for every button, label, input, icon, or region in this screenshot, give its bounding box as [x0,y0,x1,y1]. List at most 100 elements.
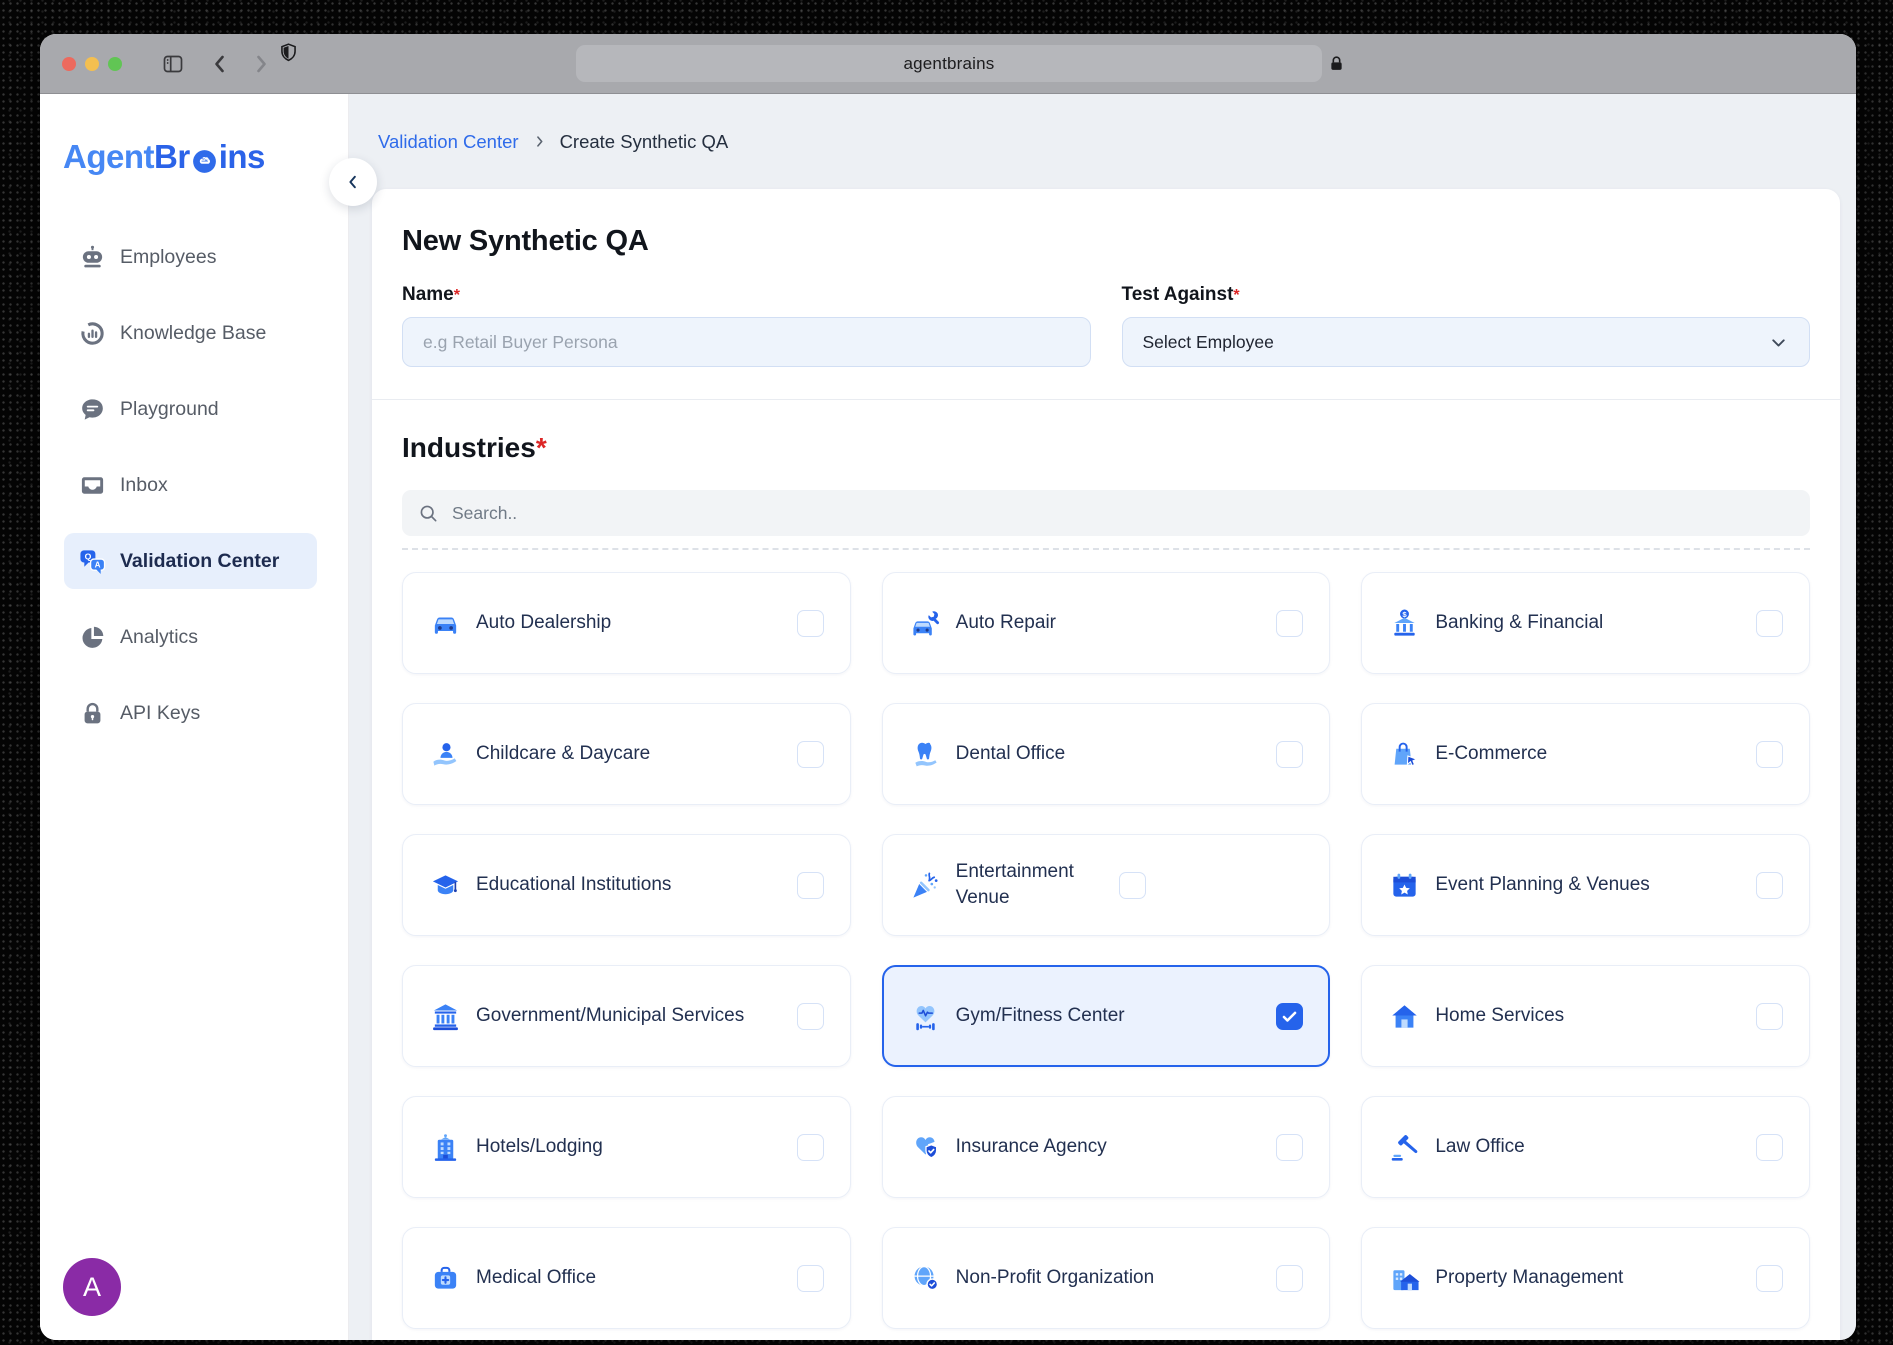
fitness-heart-icon [910,1001,941,1032]
traffic-lights [62,34,122,93]
zoom-window-button[interactable] [108,57,122,71]
sidebar-item-label: Knowledge Base [120,322,266,345]
industry-checkbox[interactable] [1756,741,1783,768]
forward-icon[interactable] [249,34,273,93]
industry-card-educational-institutions[interactable]: Educational Institutions [402,834,851,936]
industry-checkbox[interactable] [1756,610,1783,637]
industry-checkbox[interactable] [1276,610,1303,637]
avatar[interactable]: A [63,1258,121,1316]
industry-card-auto-dealership[interactable]: Auto Dealership [402,572,851,674]
industry-checkbox[interactable] [797,610,824,637]
name-label: Name [402,284,454,305]
industry-checkbox[interactable] [1756,1134,1783,1161]
browser-window: agentbrains AgentBrins EmployeesKnowledg… [40,34,1856,1340]
sidebar-item-label: Validation Center [120,550,279,573]
test-against-select[interactable]: Select Employee [1122,317,1811,367]
nonprofit-globe-icon [910,1263,941,1294]
industry-card-childcare-daycare[interactable]: Childcare & Daycare [402,703,851,805]
industry-checkbox[interactable] [797,1265,824,1292]
bank-icon: $ [1389,608,1420,639]
svg-text:$: $ [1403,610,1408,619]
chevron-down-icon [1768,332,1789,353]
sidebar-collapse-button[interactable] [329,158,377,206]
industry-checkbox[interactable] [797,1003,824,1030]
sidebar-item-playground[interactable]: Playground [64,381,317,437]
industries-heading: Industries* [402,432,1810,464]
logo-text-ins: ins [219,138,265,176]
breadcrumb-current: Create Synthetic QA [560,131,729,153]
name-required-mark: * [454,287,460,304]
childcare-icon [430,739,461,770]
industries-search[interactable] [402,490,1810,536]
shield-icon[interactable] [278,42,299,63]
main-area: Validation Center Create Synthetic QA Ne… [349,94,1856,1340]
breadcrumb: Validation Center Create Synthetic QA [349,94,1856,189]
section-divider [372,399,1840,400]
chevron-left-icon [344,173,362,191]
industry-card-insurance-agency[interactable]: Insurance Agency [882,1096,1331,1198]
inbox-tray-icon [79,472,106,499]
browser-titlebar: agentbrains [40,34,1856,94]
content-card: New Synthetic QA Name* Test Against* Sel… [372,189,1840,1340]
industry-card-property-management[interactable]: Property Management [1361,1227,1810,1329]
industry-checkbox[interactable] [1276,1134,1303,1161]
sidebar-item-api-keys[interactable]: API Keys [64,685,317,741]
sidebar-nav: EmployeesKnowledge BasePlaygroundInboxQA… [40,229,348,741]
industry-checkbox-checked[interactable] [1276,1003,1303,1030]
logo-text-agent: Agent [63,138,154,176]
industry-checkbox[interactable] [797,1134,824,1161]
industry-card-banking-financial[interactable]: $Banking & Financial [1361,572,1810,674]
calendar-star-icon [1389,870,1420,901]
industry-card-auto-repair[interactable]: Auto Repair [882,572,1331,674]
industry-checkbox[interactable] [1756,1003,1783,1030]
page-title: New Synthetic QA [402,225,1810,258]
industry-label: Hotels/Lodging [476,1134,782,1160]
pie-chart-icon [79,624,106,651]
dashed-separator [402,548,1810,550]
industry-checkbox[interactable] [1276,1265,1303,1292]
test-against-field-group: Test Against* Select Employee [1122,284,1811,367]
industry-checkbox[interactable] [1756,1265,1783,1292]
industry-label: Educational Institutions [476,872,782,898]
industry-card-hotels-lodging[interactable]: Hotels/Lodging [402,1096,851,1198]
industry-card-non-profit-organization[interactable]: Non-Profit Organization [882,1227,1331,1329]
sidebar-item-employees[interactable]: Employees [64,229,317,285]
industry-checkbox[interactable] [1119,872,1146,899]
industry-card-government-municipal-services[interactable]: Government/Municipal Services [402,965,851,1067]
car-icon [430,608,461,639]
industry-label: Childcare & Daycare [476,741,782,767]
industry-checkbox[interactable] [797,872,824,899]
industry-card-event-planning-venues[interactable]: Event Planning & Venues [1361,834,1810,936]
industry-card-entertainment-venue[interactable]: Entertainment Venue [882,834,1331,936]
industry-card-law-office[interactable]: Law Office [1361,1096,1810,1198]
industry-card-dental-office[interactable]: Dental Office [882,703,1331,805]
breadcrumb-link-validation-center[interactable]: Validation Center [378,131,519,153]
industries-grid: Auto Dealership Auto Repair $Banking & Fin… [402,572,1810,1329]
svg-text:A: A [95,560,101,569]
sidebar-item-knowledge-base[interactable]: Knowledge Base [64,305,317,361]
address-bar[interactable]: agentbrains [576,45,1322,82]
medical-bag-icon [430,1263,461,1294]
industry-checkbox[interactable] [797,741,824,768]
sidebar-item-inbox[interactable]: Inbox [64,457,317,513]
sidebar-item-validation-center[interactable]: QAValidation Center [64,533,317,589]
industry-checkbox[interactable] [1276,741,1303,768]
industry-card-e-commerce[interactable]: E-Commerce [1361,703,1810,805]
sidebar-toggle-icon[interactable] [161,34,185,93]
minimize-window-button[interactable] [85,57,99,71]
industries-search-input[interactable] [450,502,1794,525]
industry-label: E-Commerce [1435,741,1741,767]
industry-card-home-services[interactable]: Home Services [1361,965,1810,1067]
address-bar-url: agentbrains [903,54,994,74]
name-input[interactable] [403,332,1090,353]
close-window-button[interactable] [62,57,76,71]
industry-label: Medical Office [476,1265,782,1291]
industry-card-medical-office[interactable]: Medical Office [402,1227,851,1329]
test-against-label: Test Against [1122,284,1234,305]
back-icon[interactable] [208,34,232,93]
industry-card-gym-fitness-center[interactable]: Gym/Fitness Center [882,965,1331,1067]
sidebar-item-label: Analytics [120,626,198,649]
industry-checkbox[interactable] [1756,872,1783,899]
sidebar-item-analytics[interactable]: Analytics [64,609,317,665]
knowledge-base-icon [79,320,106,347]
